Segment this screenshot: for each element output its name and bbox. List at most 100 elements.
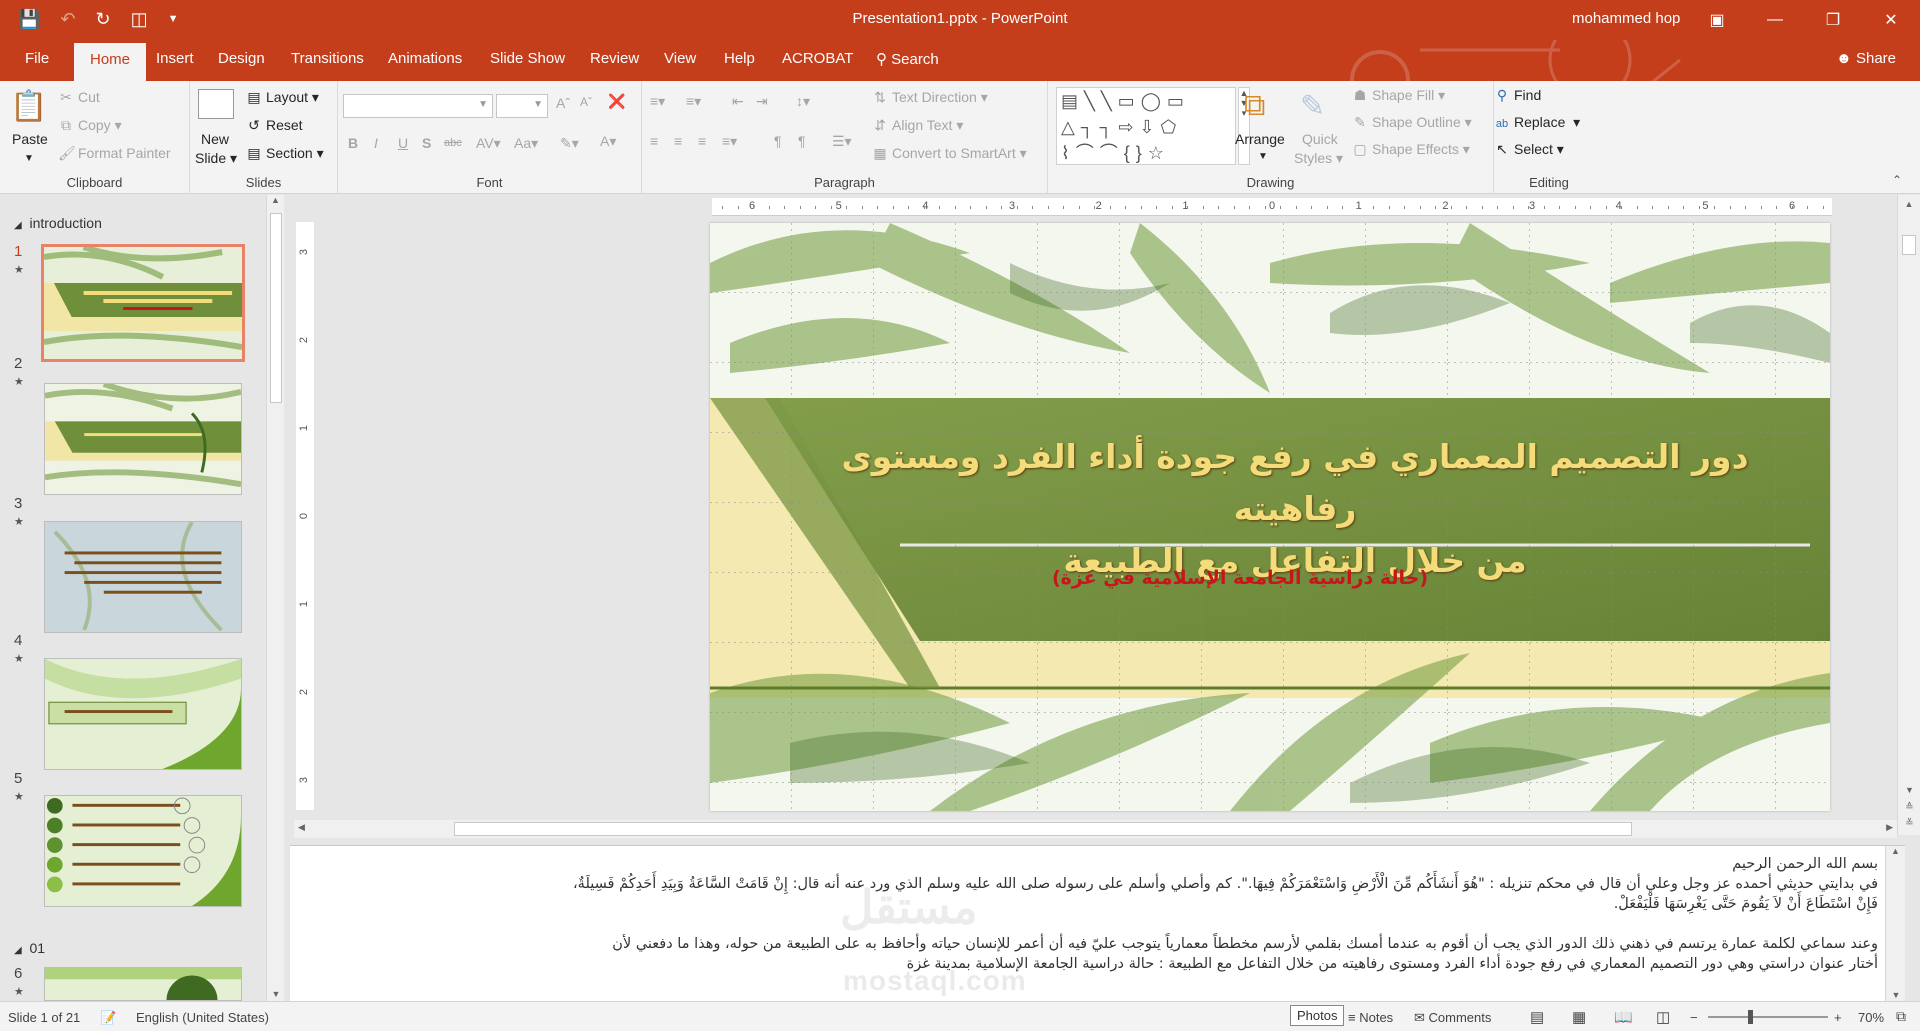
tab-acrobat[interactable]: ACROBAT: [782, 50, 853, 67]
speaker-notes-text[interactable]: بسم الله الرحمن الرحيم في بدايتي حديثي أ…: [300, 854, 1878, 974]
select-button[interactable]: ↖ Select ▾: [1494, 141, 1564, 158]
strikethrough-icon[interactable]: abc: [444, 137, 462, 149]
shape-outline-button[interactable]: ✎ Shape Outline ▾: [1352, 114, 1472, 131]
tab-transitions[interactable]: Transitions: [291, 50, 364, 67]
reset-button[interactable]: ↺ Reset: [246, 117, 302, 134]
character-spacing-icon[interactable]: AV▾: [476, 135, 501, 152]
italic-icon[interactable]: I: [374, 135, 378, 151]
notes-button[interactable]: ≡ Notes: [1348, 1010, 1393, 1025]
underline-icon[interactable]: U: [398, 135, 408, 151]
new-slide-button[interactable]: New: [201, 131, 229, 147]
tab-insert[interactable]: Insert: [156, 50, 194, 67]
user-name[interactable]: mohammed hop: [1572, 10, 1680, 27]
share-button[interactable]: ☻ Share: [1836, 50, 1896, 67]
quick-styles-button[interactable]: Quick: [1302, 131, 1338, 147]
tab-view[interactable]: View: [664, 50, 696, 67]
bullets-icon[interactable]: ≡▾: [650, 93, 665, 110]
fit-to-window-icon[interactable]: ⧉: [1896, 1008, 1906, 1025]
collapse-section-icon[interactable]: ◢: [14, 220, 22, 231]
slide-sorter-icon[interactable]: ▦: [1572, 1008, 1586, 1026]
highlight-icon[interactable]: ✎▾: [560, 135, 579, 152]
previous-slide-icon[interactable]: ≙: [1898, 802, 1920, 813]
comments-button[interactable]: ✉ Comments: [1414, 1010, 1491, 1026]
close-icon[interactable]: ✕: [1862, 0, 1920, 40]
shape-fill-button[interactable]: ☗ Shape Fill ▾: [1352, 87, 1445, 104]
slide-scroll-thumb[interactable]: [1902, 235, 1916, 255]
thumbnail-scroll-thumb[interactable]: [270, 213, 282, 403]
current-slide[interactable]: دور التصميم المعماري في رفع جودة أداء ال…: [710, 223, 1830, 811]
ribbon-display-options-icon[interactable]: ▣: [1688, 0, 1746, 40]
zoom-level[interactable]: 70%: [1858, 1010, 1884, 1025]
slide-thumbnail-1[interactable]: [41, 244, 245, 362]
align-center-icon[interactable]: ≡: [674, 133, 682, 149]
shape-effects-button[interactable]: ▢ Shape Effects ▾: [1352, 141, 1469, 158]
new-slide-dropdown[interactable]: Slide ▾: [195, 150, 237, 167]
shapes-gallery[interactable]: ▤╲╲▭◯▭ △┐┐⇨⇩⬠ ⌇⌒⌒{}☆: [1056, 87, 1236, 165]
align-text-button[interactable]: ⇵ Align Text ▾: [872, 117, 963, 134]
find-button[interactable]: ⚲ Find: [1494, 87, 1541, 104]
notes-pane[interactable]: بسم الله الرحمن الرحيم في بدايتي حديثي أ…: [290, 845, 1905, 1002]
slide-title[interactable]: دور التصميم المعماري في رفع جودة أداء ال…: [830, 431, 1760, 587]
scroll-up-icon[interactable]: ▲: [267, 195, 284, 205]
arrange-icon[interactable]: ⧉: [1244, 89, 1265, 123]
numbering-icon[interactable]: ≡▾: [686, 93, 701, 110]
paste-button[interactable]: Paste: [12, 131, 48, 147]
spelling-check-icon[interactable]: 📝: [100, 1010, 116, 1026]
left-to-right-icon[interactable]: ¶: [774, 133, 782, 149]
copy-button[interactable]: ⧉ Copy ▾: [58, 117, 122, 134]
paste-icon[interactable]: 📋: [10, 89, 47, 124]
language-indicator[interactable]: English (United States): [136, 1010, 269, 1025]
tab-slide-show[interactable]: Slide Show: [490, 50, 565, 67]
slide-thumbnail-4[interactable]: [44, 658, 242, 770]
zoom-out-icon[interactable]: −: [1690, 1010, 1698, 1025]
columns-icon[interactable]: ☰▾: [832, 133, 852, 150]
normal-view-icon[interactable]: ▤: [1530, 1008, 1544, 1026]
slide-counter[interactable]: Slide 1 of 21: [8, 1010, 80, 1025]
decrease-font-size-icon[interactable]: Aˇ: [580, 95, 592, 109]
section-button[interactable]: ▤ Section ▾: [246, 145, 323, 162]
slide-thumbnail-3[interactable]: [44, 521, 242, 633]
align-right-icon[interactable]: ≡: [698, 133, 706, 149]
change-case-icon[interactable]: Aa▾: [514, 135, 538, 152]
convert-smartart-button[interactable]: ▦ Convert to SmartArt ▾: [872, 145, 1026, 162]
increase-indent-icon[interactable]: ⇥: [756, 93, 768, 110]
font-size-dropdown-icon[interactable]: ▼: [533, 99, 543, 110]
minimize-icon[interactable]: —: [1746, 0, 1804, 40]
right-to-left-icon[interactable]: ¶: [798, 133, 806, 149]
zoom-in-icon[interactable]: +: [1834, 1010, 1842, 1025]
arrange-button[interactable]: Arrange: [1235, 131, 1285, 147]
maximize-icon[interactable]: ❐: [1804, 0, 1862, 40]
slide-vertical-scrollbar[interactable]: ▲ ▼ ≙ ≚: [1897, 195, 1920, 835]
font-name-dropdown-icon[interactable]: ▼: [478, 99, 488, 110]
clear-formatting-icon[interactable]: ❌: [608, 93, 625, 110]
align-left-icon[interactable]: ≡: [650, 133, 658, 149]
tab-home[interactable]: Home: [74, 43, 147, 81]
font-color-icon[interactable]: A▾: [600, 133, 616, 150]
slide-subtitle[interactable]: (حالة دراسية الجامعة الإسلامية في غزة): [910, 567, 1570, 589]
tab-review[interactable]: Review: [590, 50, 639, 67]
slide-thumbnail-6[interactable]: [44, 967, 242, 1001]
paste-dropdown-icon[interactable]: ▼: [24, 153, 34, 164]
section-header-01[interactable]: ◢ 01: [14, 940, 45, 956]
line-spacing-icon[interactable]: ↕▾: [796, 93, 810, 110]
arrange-dropdown-icon[interactable]: ▼: [1258, 151, 1268, 162]
tab-help[interactable]: Help: [724, 50, 755, 67]
reading-view-icon[interactable]: 📖: [1614, 1008, 1633, 1026]
text-shadow-icon[interactable]: S: [422, 135, 431, 151]
scroll-right-icon[interactable]: ▶: [1886, 822, 1893, 833]
next-slide-icon[interactable]: ≚: [1898, 818, 1920, 829]
quick-styles-icon[interactable]: ✎: [1300, 89, 1325, 124]
collapse-section-icon[interactable]: ◢: [14, 945, 22, 956]
collapse-ribbon-icon[interactable]: ⌃: [1892, 173, 1902, 187]
scroll-down-icon[interactable]: ▼: [267, 989, 285, 999]
format-painter-button[interactable]: 🖌 Format Painter: [58, 145, 171, 162]
scroll-up-icon[interactable]: ▲: [1898, 199, 1920, 209]
replace-button[interactable]: ab Replace ▾: [1494, 114, 1580, 131]
new-slide-icon[interactable]: [198, 89, 234, 119]
layout-button[interactable]: ▤ Layout ▾: [246, 89, 319, 106]
tell-me-search[interactable]: ⚲ Search: [876, 50, 939, 68]
tab-animations[interactable]: Animations: [388, 50, 462, 67]
quick-styles-dropdown[interactable]: Styles ▾: [1294, 150, 1343, 167]
slide-horizontal-scrollbar[interactable]: ◀ ▶: [294, 820, 1897, 838]
tab-file[interactable]: File: [25, 50, 49, 67]
